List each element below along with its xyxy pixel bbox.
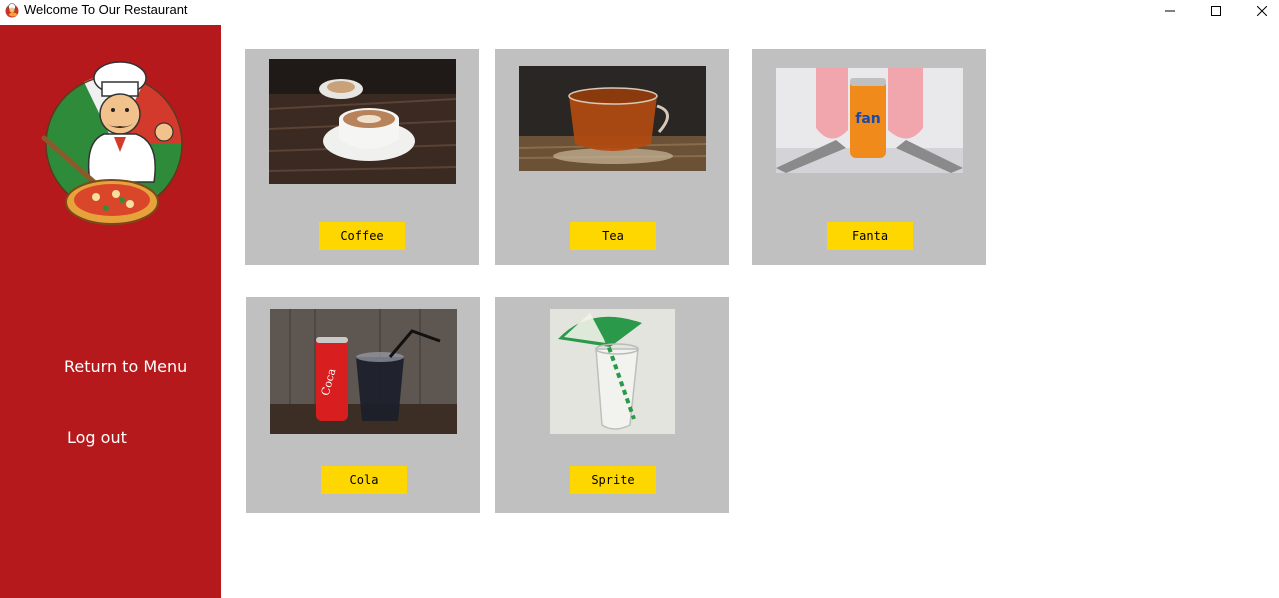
cola-can-photo: Coca — [270, 309, 457, 434]
coffee-button[interactable]: Coffee — [319, 222, 405, 250]
tea-cup-photo — [519, 66, 706, 171]
close-icon — [1257, 6, 1267, 16]
chef-with-pizza-logo — [41, 61, 183, 225]
drink-card-fanta: fan Fanta — [752, 49, 986, 265]
minimize-button[interactable] — [1147, 0, 1193, 22]
drink-card-tea: Tea — [495, 49, 729, 265]
coffee-cup-photo — [269, 59, 456, 184]
minimize-icon — [1165, 10, 1175, 12]
cola-button[interactable]: Cola — [321, 466, 407, 494]
fanta-can-photo: fan — [776, 68, 963, 173]
window-title: Welcome To Our Restaurant — [24, 2, 188, 17]
log-out-link[interactable]: Log out — [67, 428, 127, 447]
svg-text:fan: fan — [855, 111, 881, 127]
drink-card-coffee: Coffee — [245, 49, 479, 265]
drink-card-cola: Coca Cola — [246, 297, 480, 513]
return-to-menu-link[interactable]: Return to Menu — [64, 357, 187, 376]
maximize-button[interactable] — [1193, 0, 1239, 22]
sprite-button[interactable]: Sprite — [570, 466, 656, 494]
maximize-icon — [1211, 6, 1221, 16]
app-icon — [5, 3, 19, 18]
drink-card-sprite: Sprite — [495, 297, 729, 513]
tea-button[interactable]: Tea — [570, 222, 656, 250]
sprite-glass-photo — [550, 309, 675, 434]
close-button[interactable] — [1239, 0, 1279, 22]
fanta-button[interactable]: Fanta — [827, 222, 913, 250]
title-bar: Welcome To Our Restaurant — [0, 0, 1279, 22]
